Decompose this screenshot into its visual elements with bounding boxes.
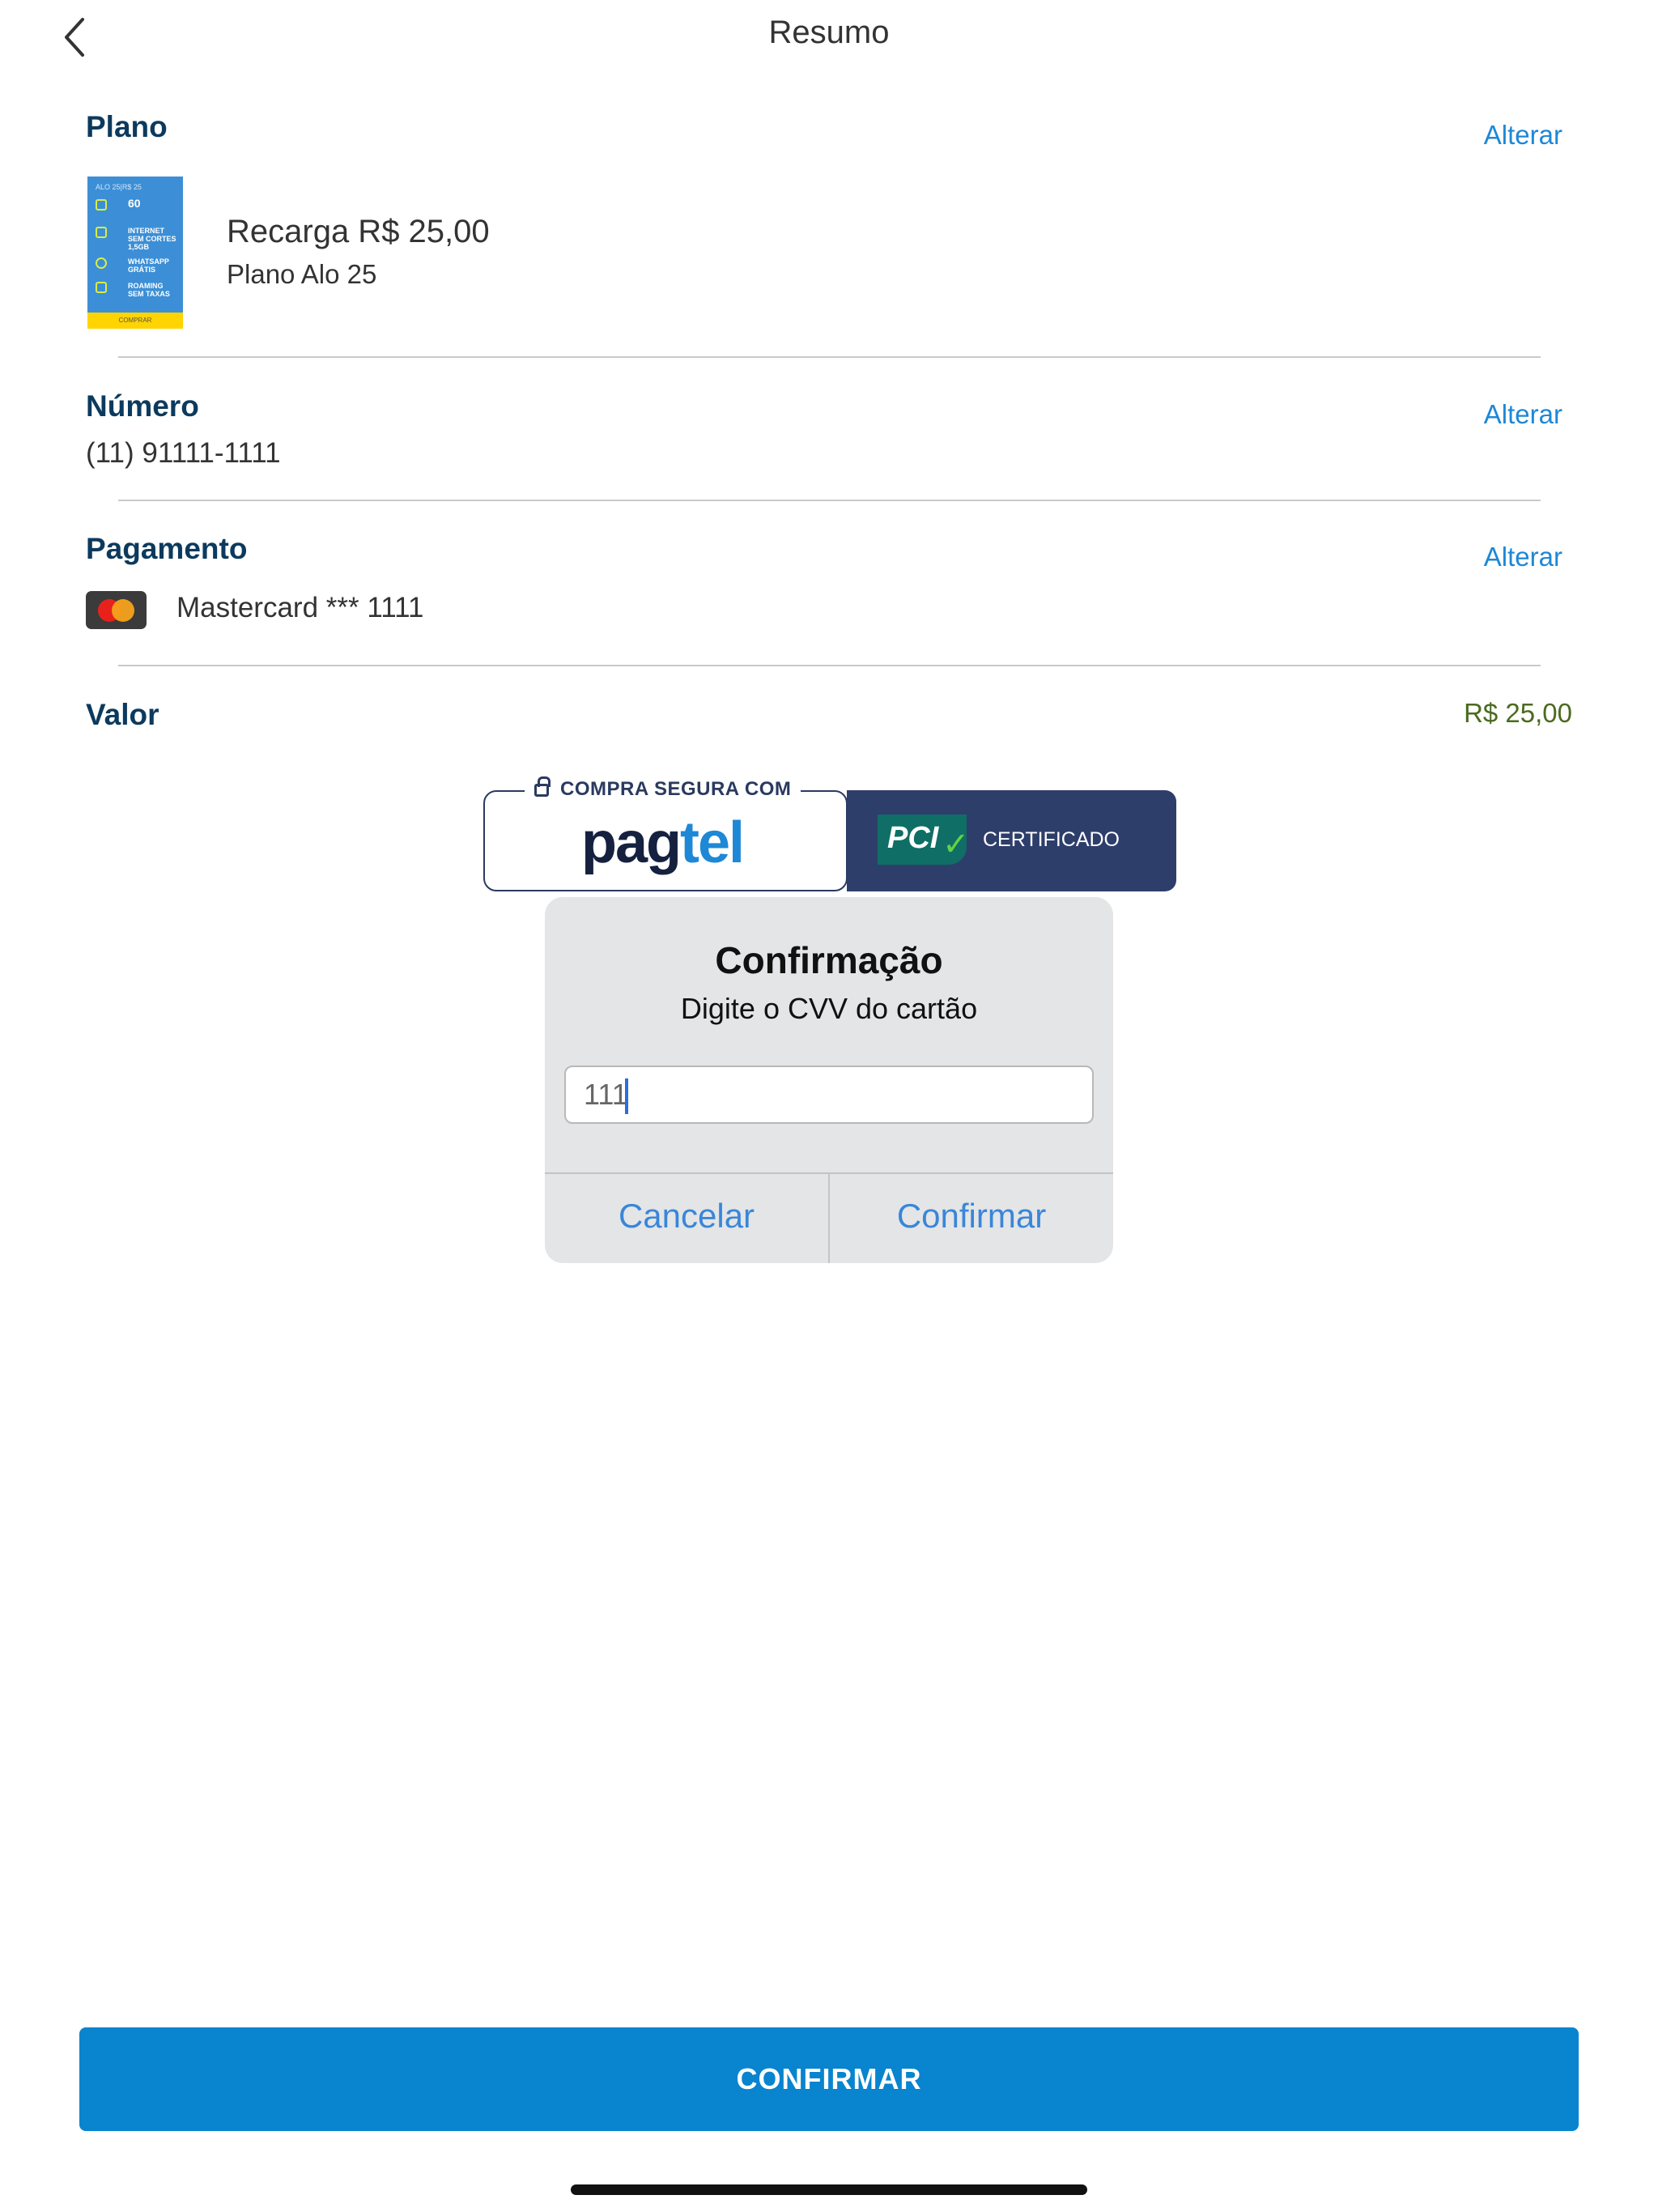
plan-thumb-internet: INTERNET SEM CORTES 1,5GB	[128, 227, 176, 251]
dialog-title: Confirmação	[715, 939, 943, 981]
mastercard-icon	[86, 591, 147, 629]
pci-certified-text: CERTIFICADO	[983, 828, 1120, 851]
change-payment-link[interactable]: Alterar	[1484, 542, 1562, 572]
payment-section-title: Pagamento	[86, 532, 248, 565]
dialog-confirm-button[interactable]: Confirmar	[830, 1174, 1113, 1263]
pci-logo: PCI ✓	[878, 815, 970, 865]
plan-thumb-minutes: 60	[128, 197, 141, 210]
cvv-input[interactable]	[566, 1067, 1092, 1122]
confirm-button[interactable]: CONFIRMAR	[79, 2027, 1579, 2131]
pagtel-logo: pagtel	[581, 810, 745, 876]
checkmark-icon: ✓	[942, 827, 970, 862]
plan-subtitle: Plano Alo 25	[227, 259, 377, 289]
plan-thumb-roaming: ROAMING SEM TAXAS	[128, 282, 170, 298]
phone-number: (11) 91111-1111	[86, 437, 281, 469]
cvv-confirmation-dialog: Confirmação Digite o CVV do cartão Cance…	[545, 897, 1113, 1263]
plan-thumb-header: ALO 25|R$ 25	[96, 183, 142, 191]
change-plan-link[interactable]: Alterar	[1484, 120, 1562, 151]
value-section-title: Valor	[86, 698, 159, 731]
pci-badge: PCI ✓ CERTIFICADO	[847, 790, 1176, 891]
pagtel-logo-part1: pag	[581, 810, 682, 875]
phone-icon	[96, 199, 107, 211]
divider	[118, 500, 1541, 501]
text-cursor	[625, 1078, 628, 1114]
card-description: Mastercard *** 1111	[176, 592, 424, 623]
home-indicator[interactable]	[571, 2184, 1087, 2195]
plan-thumb-footer: COMPRAR	[87, 313, 183, 329]
cvv-input-field[interactable]	[564, 1066, 1094, 1124]
signal-icon	[96, 282, 107, 293]
change-number-link[interactable]: Alterar	[1484, 399, 1562, 430]
secure-caption-text: COMPRA SEGURA COM	[560, 778, 792, 800]
divider	[118, 356, 1541, 358]
pagtel-logo-part2: tel	[680, 810, 745, 875]
pci-logo-text: PCI	[887, 821, 939, 855]
number-section-title: Número	[86, 389, 199, 423]
dialog-message: Digite o CVV do cartão	[680, 992, 978, 1025]
lock-icon	[534, 776, 551, 797]
plan-thumb-whatsapp: WHATSAPP GRÁTIS	[128, 257, 169, 274]
secure-caption: COMPRA SEGURA COM	[525, 776, 801, 801]
divider	[118, 665, 1541, 666]
total-amount: R$ 25,00	[1464, 698, 1572, 728]
page-title: Resumo	[768, 15, 890, 50]
plan-name: Recarga R$ 25,00	[227, 214, 490, 249]
globe-icon	[96, 227, 107, 238]
whatsapp-icon	[96, 257, 107, 269]
plan-thumbnail: ALO 25|R$ 25 60 INTERNET SEM CORTES 1,5G…	[87, 177, 183, 329]
plan-section-title: Plano	[86, 110, 168, 143]
dialog-cancel-button[interactable]: Cancelar	[545, 1174, 828, 1263]
